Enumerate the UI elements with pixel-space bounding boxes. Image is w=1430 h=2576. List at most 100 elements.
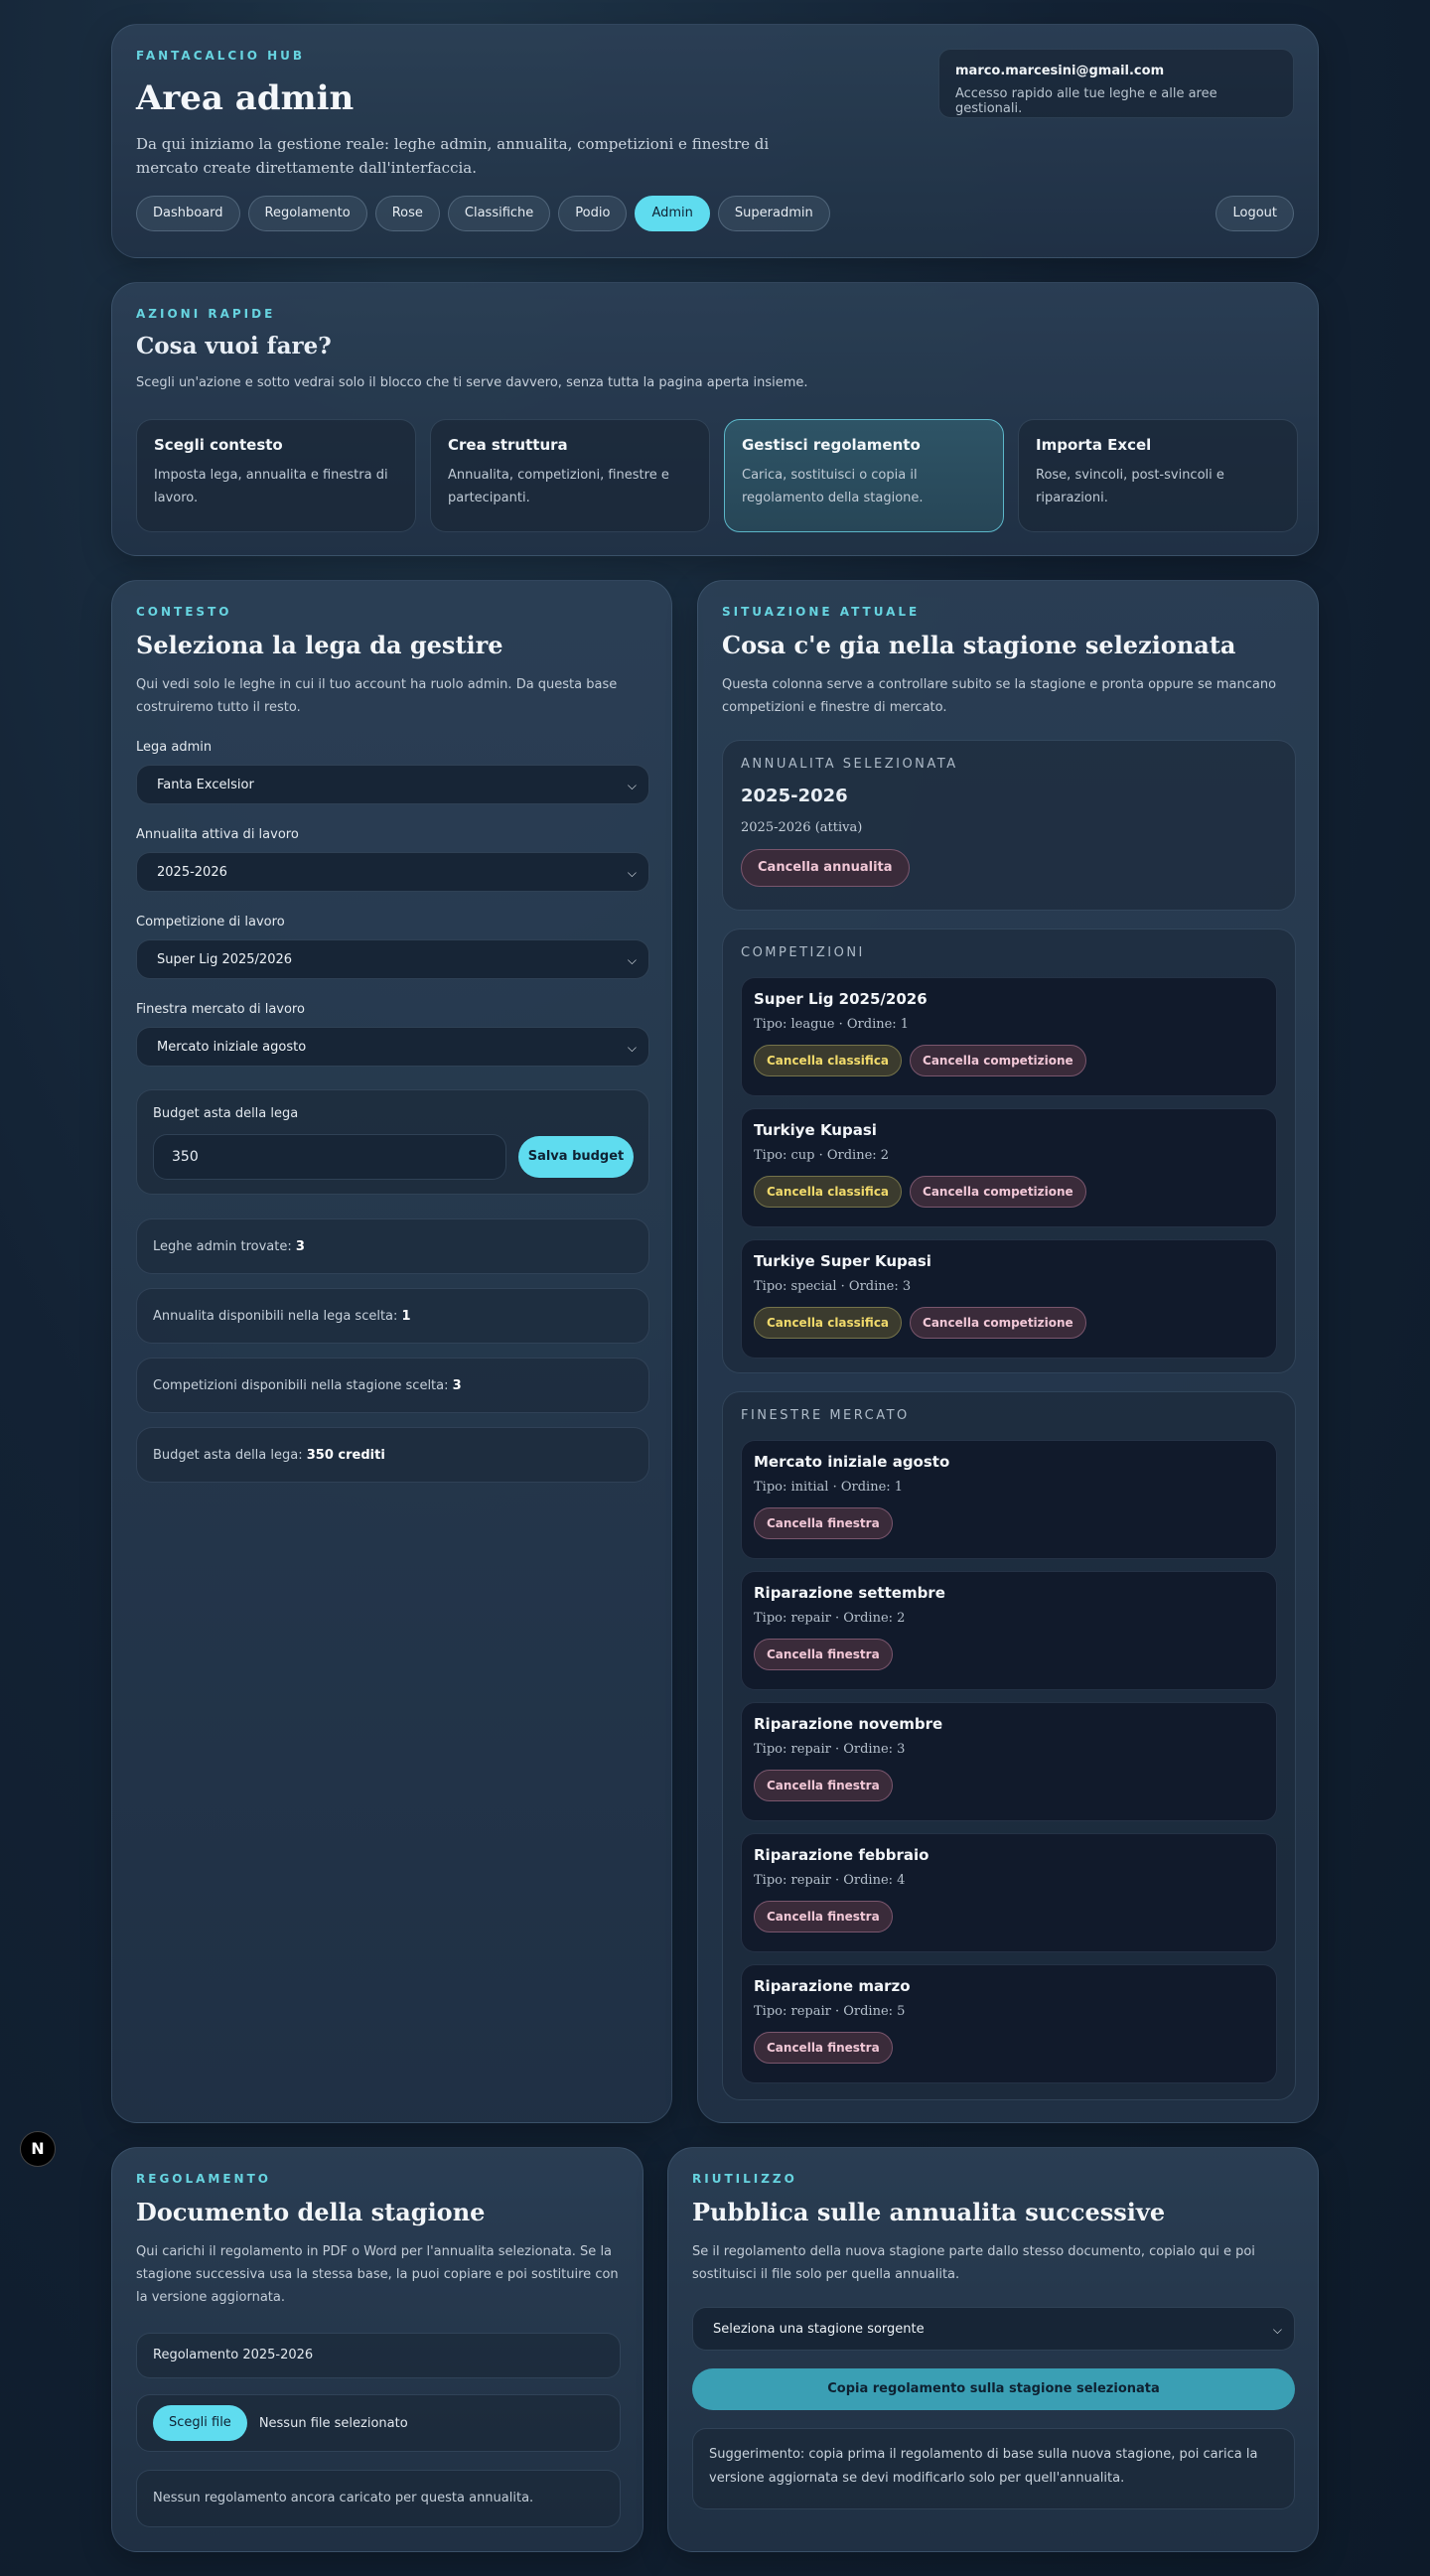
cancel-ranking-button[interactable]: Cancella classifica [754, 1307, 903, 1339]
nav-admin[interactable]: Admin [635, 196, 710, 231]
window-select[interactable]: Mercato iniziale agosto ⌵ [136, 1027, 649, 1067]
season-summary-title: 2025-2026 [741, 786, 848, 806]
nav-rose[interactable]: Rose [374, 196, 440, 231]
nav-regolamento[interactable]: Regolamento [247, 196, 367, 231]
dev-badge-icon[interactable]: N [20, 2131, 56, 2167]
action-title: Gestisci regolamento [742, 436, 921, 454]
competition-field: Competizione di lavoro Super Lig 2025/20… [136, 915, 649, 979]
season-select[interactable]: 2025-2026 ⌵ [136, 852, 649, 892]
reuse-title: Pubblica sulle annualita successive [692, 2198, 1166, 2226]
cancel-competition-button[interactable]: Cancella competizione [910, 1045, 1086, 1076]
chevron-down-icon: ⌵ [627, 866, 637, 880]
season-label: Annualita attiva di lavoro [136, 827, 299, 842]
regulation-title: Documento della stagione [136, 2198, 486, 2226]
stat-seasons: Annualita disponibili nella lega scelta:… [136, 1288, 649, 1344]
league-select[interactable]: Fanta Excelsior ⌵ [136, 765, 649, 804]
stat-label: Annualita disponibili nella lega scelta: [153, 1309, 398, 1324]
league-label: Lega admin [136, 740, 213, 755]
league-field: Lega admin Fanta Excelsior ⌵ [136, 740, 649, 804]
nav-superadmin[interactable]: Superadmin [717, 196, 830, 231]
quick-description: Scegli un'azione e sotto vedrai solo il … [136, 375, 808, 390]
window-meta: Tipo: repair · Ordine: 3 [754, 1742, 906, 1757]
season-summary-status: 2025-2026 (attiva) [741, 820, 863, 835]
window-meta: Tipo: repair · Ordine: 5 [754, 2004, 906, 2019]
stat-value: 350 crediti [306, 1448, 385, 1463]
action-crea-struttura[interactable]: Crea struttura Annualita, competizioni, … [430, 419, 710, 532]
cancel-window-button[interactable]: Cancella finestra [754, 2032, 893, 2064]
action-title: Importa Excel [1036, 436, 1152, 454]
window-label: Finestra mercato di lavoro [136, 1002, 305, 1017]
cancel-season-button[interactable]: Cancella annualita [741, 849, 910, 887]
window-title: Riparazione settembre [754, 1584, 945, 1602]
logout-button[interactable]: Logout [1216, 196, 1294, 231]
cancel-window-button[interactable]: Cancella finestra [754, 1639, 893, 1670]
stat-competitions: Competizioni disponibili nella stagione … [136, 1358, 649, 1413]
competition-label: Competizione di lavoro [136, 915, 285, 930]
source-season-select[interactable]: Seleziona una stagione sorgente ⌵ [692, 2307, 1295, 2351]
choose-file-button[interactable]: Scegli file [153, 2405, 247, 2441]
stat-label: Budget asta della lega: [153, 1448, 303, 1463]
market-windows-list: FINESTRE MERCATO Mercato iniziale agosto… [722, 1391, 1296, 2100]
season-summary-kicker: ANNUALITA SELEZIONATA [741, 757, 958, 772]
file-picker: Scegli file Nessun file selezionato [136, 2394, 621, 2452]
competition-meta: Tipo: special · Ordine: 3 [754, 1279, 912, 1294]
list-item: Riparazione settembre Tipo: repair · Ord… [741, 1571, 1277, 1690]
competitions-list: COMPETIZIONI Super Lig 2025/2026 Tipo: l… [722, 929, 1296, 1373]
nav-podio[interactable]: Podio [558, 196, 628, 231]
budget-box: Budget asta della lega 350 Salva budget [136, 1089, 649, 1195]
window-title: Mercato iniziale agosto [754, 1453, 950, 1471]
situation-title: Cosa c'e gia nella stagione selezionata [722, 631, 1236, 659]
competition-select-value: Super Lig 2025/2026 [157, 952, 293, 967]
action-importa-excel[interactable]: Importa Excel Rose, svincoli, post-svinc… [1018, 419, 1298, 532]
competitions-kicker: COMPETIZIONI [741, 945, 865, 960]
cancel-competition-button[interactable]: Cancella competizione [910, 1307, 1086, 1339]
windows-kicker: FINESTRE MERCATO [741, 1408, 910, 1423]
action-desc: Imposta lega, annualita e finestra di la… [154, 468, 388, 505]
file-status: Nessun file selezionato [258, 2415, 408, 2431]
quick-title: Cosa vuoi fare? [136, 333, 332, 359]
action-desc: Annualita, competizioni, finestre e part… [448, 468, 669, 505]
stat-label: Leghe admin trovate: [153, 1239, 292, 1254]
budget-label: Budget asta della lega [153, 1106, 299, 1121]
page-description: Da qui iniziamo la gestione reale: leghe… [136, 135, 770, 177]
cancel-competition-button[interactable]: Cancella competizione [910, 1176, 1086, 1208]
nav-dashboard[interactable]: Dashboard [136, 196, 240, 231]
competition-select[interactable]: Super Lig 2025/2026 ⌵ [136, 939, 649, 979]
league-select-value: Fanta Excelsior [157, 778, 254, 792]
competition-title: Super Lig 2025/2026 [754, 990, 928, 1008]
context-description: Qui vedi solo le leghe in cui il tuo acc… [136, 677, 618, 715]
list-item: Super Lig 2025/2026 Tipo: league · Ordin… [741, 977, 1277, 1096]
stat-label: Competizioni disponibili nella stagione … [153, 1378, 449, 1393]
action-desc: Rose, svincoli, post-svincoli e riparazi… [1036, 468, 1224, 505]
cancel-ranking-button[interactable]: Cancella classifica [754, 1176, 903, 1208]
action-scegli-contesto[interactable]: Scegli contesto Imposta lega, annualita … [136, 419, 416, 532]
window-title: Riparazione febbraio [754, 1846, 930, 1864]
list-item: Riparazione novembre Tipo: repair · Ordi… [741, 1702, 1277, 1821]
cancel-window-button[interactable]: Cancella finestra [754, 1507, 893, 1539]
action-title: Crea struttura [448, 436, 568, 454]
save-budget-button[interactable]: Salva budget [518, 1136, 634, 1178]
list-item: Turkiye Super Kupasi Tipo: special · Ord… [741, 1239, 1277, 1359]
quick-kicker: AZIONI RAPIDE [136, 307, 276, 321]
stat-value: 1 [401, 1309, 411, 1324]
context-kicker: CONTESTO [136, 605, 232, 619]
copy-regulation-button[interactable]: Copia regolamento sulla stagione selezio… [692, 2368, 1295, 2410]
situation-kicker: SITUAZIONE ATTUALE [722, 605, 921, 619]
cancel-ranking-button[interactable]: Cancella classifica [754, 1045, 903, 1076]
cancel-window-button[interactable]: Cancella finestra [754, 1901, 893, 1932]
context-title: Seleziona la lega da gestire [136, 631, 503, 659]
cancel-window-button[interactable]: Cancella finestra [754, 1770, 893, 1801]
chevron-down-icon: ⌵ [627, 779, 637, 792]
context-card: CONTESTO Seleziona la lega da gestire Qu… [111, 580, 672, 2123]
window-field: Finestra mercato di lavoro Mercato inizi… [136, 1002, 649, 1067]
chevron-down-icon: ⌵ [1272, 2323, 1282, 2337]
chevron-down-icon: ⌵ [627, 1041, 637, 1055]
window-meta: Tipo: initial · Ordine: 1 [754, 1480, 904, 1495]
nav-classifiche[interactable]: Classifiche [447, 196, 551, 231]
budget-input[interactable]: 350 [153, 1134, 506, 1180]
quick-actions-row: Scegli contesto Imposta lega, annualita … [136, 419, 1298, 532]
action-desc: Carica, sostituisci o copia il regolamen… [742, 468, 924, 505]
window-meta: Tipo: repair · Ordine: 2 [754, 1611, 906, 1626]
stat-leagues: Leghe admin trovate: 3 [136, 1218, 649, 1274]
action-gestisci-regolamento[interactable]: Gestisci regolamento Carica, sostituisci… [724, 419, 1004, 532]
